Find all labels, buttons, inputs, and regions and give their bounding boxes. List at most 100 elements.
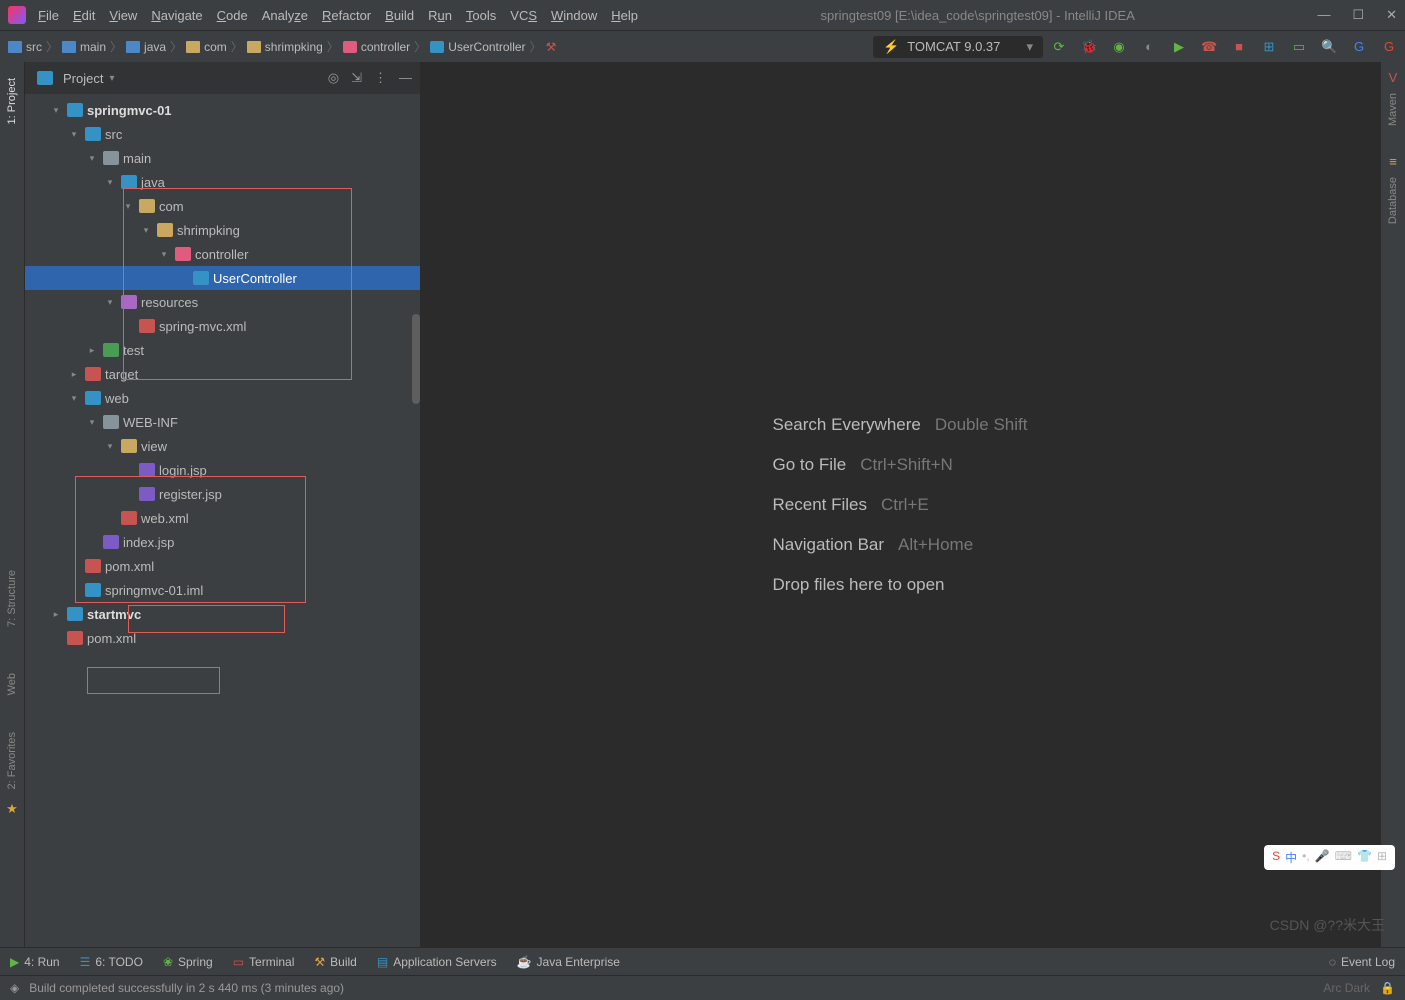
stop-icon[interactable]: ■	[1231, 39, 1247, 54]
lock-icon[interactable]: 🔒	[1380, 981, 1395, 995]
menu-view[interactable]: View	[109, 8, 137, 23]
toolstrip-project[interactable]: 1: Project	[6, 70, 18, 132]
menu-window[interactable]: Window	[551, 8, 597, 23]
bb-run[interactable]: ▶4: Run	[10, 955, 60, 969]
menu-analyze[interactable]: Analyze	[262, 8, 308, 23]
resources-icon	[121, 295, 137, 309]
ime-overlay[interactable]: S 中•,🎤⌨👕⊞	[1264, 845, 1395, 870]
menu-file[interactable]: File	[38, 8, 59, 23]
debug-icon[interactable]: ☎	[1201, 39, 1217, 55]
tree-node-com[interactable]: ▾com	[25, 194, 420, 218]
menu-navigate[interactable]: Navigate	[151, 8, 202, 23]
menu-tools[interactable]: Tools	[466, 8, 496, 23]
bb-appservers[interactable]: ▤Application Servers	[377, 955, 497, 969]
tree-node-loginjsp[interactable]: login.jsp	[25, 458, 420, 482]
tree-node-startmvc[interactable]: ▸startmvc	[25, 602, 420, 626]
chevron-down-icon[interactable]: ▾	[109, 73, 114, 84]
panel-header: Project ▾ ◎ ⇲ ⋮ —	[25, 62, 420, 94]
run-icon[interactable]: ▶	[1171, 39, 1187, 55]
toolstrip-web[interactable]: Web	[6, 665, 18, 703]
bc-main[interactable]: main	[80, 40, 106, 54]
tree-node-src[interactable]: ▾src	[25, 122, 420, 146]
right-tool-strip: V Maven ≡ Database	[1380, 62, 1405, 947]
hammer-icon[interactable]: ⚒	[546, 40, 557, 54]
toolstrip-database[interactable]: Database	[1387, 169, 1399, 232]
search-icon[interactable]: 🔍	[1321, 39, 1337, 55]
tree-node-test[interactable]: ▸test	[25, 338, 420, 362]
tip-search: Search Everywhere	[773, 415, 921, 435]
tree-node-pomxml[interactable]: pom.xml	[25, 554, 420, 578]
menu-run[interactable]: Run	[428, 8, 452, 23]
tree-node-webinf[interactable]: ▾WEB-INF	[25, 410, 420, 434]
bc-java[interactable]: java	[144, 40, 166, 54]
profile-icon[interactable]: ◐	[1141, 39, 1157, 54]
tree-node-webxml[interactable]: web.xml	[25, 506, 420, 530]
controller-icon	[343, 41, 357, 53]
tree-node-web[interactable]: ▾web	[25, 386, 420, 410]
target-icon[interactable]: ◎	[328, 70, 339, 86]
tree-node-pomxml2[interactable]: pom.xml	[25, 626, 420, 650]
more-icon[interactable]: ⋮	[374, 70, 387, 86]
bc-com[interactable]: com	[204, 40, 227, 54]
menu-help[interactable]: Help	[611, 8, 638, 23]
menu-vcs[interactable]: VCS	[510, 8, 537, 23]
build-icon: ⚒	[314, 955, 325, 969]
bc-shrimpking[interactable]: shrimpking	[265, 40, 323, 54]
xml-icon	[121, 511, 137, 525]
folder-icon	[103, 415, 119, 429]
menu-code[interactable]: Code	[217, 8, 248, 23]
tree-node-indexjsp[interactable]: index.jsp	[25, 530, 420, 554]
bb-terminal[interactable]: ▭Terminal	[233, 955, 295, 969]
tree-node-springmvc01[interactable]: ▾springmvc-01	[25, 98, 420, 122]
editor-area[interactable]: Search EverywhereDouble Shift Go to File…	[420, 62, 1380, 947]
collapse-icon[interactable]: ⇲	[351, 70, 362, 86]
toolstrip-favorites[interactable]: 2: Favorites	[6, 724, 18, 797]
bc-src[interactable]: src	[26, 40, 42, 54]
bb-build[interactable]: ⚒Build	[314, 955, 356, 969]
minimize-icon[interactable]: —	[1317, 7, 1330, 23]
watermark: CSDN @??米大王	[1270, 915, 1385, 935]
tree-node-java[interactable]: ▾java	[25, 170, 420, 194]
titlebar: File Edit View Navigate Code Analyze Ref…	[0, 0, 1405, 30]
rerun-icon[interactable]: ⟳	[1051, 39, 1067, 55]
bb-spring[interactable]: ❀Spring	[163, 955, 213, 969]
hide-icon[interactable]: —	[399, 70, 412, 86]
bb-javaee[interactable]: ☕Java Enterprise	[517, 955, 620, 969]
iml-icon	[85, 583, 101, 597]
run-config-select[interactable]: ⚡ TOMCAT 9.0.37 ▾	[873, 36, 1043, 58]
tree-node-registerjsp[interactable]: register.jsp	[25, 482, 420, 506]
run-icon: ▶	[10, 955, 19, 969]
menu-refactor[interactable]: Refactor	[322, 8, 371, 23]
bb-eventlog[interactable]: ◌Event Log	[1329, 955, 1395, 969]
toolstrip-structure[interactable]: 7: Structure	[6, 562, 18, 635]
tree-node-main[interactable]: ▾main	[25, 146, 420, 170]
tree-node-iml[interactable]: springmvc-01.iml	[25, 578, 420, 602]
google-icon[interactable]: G	[1351, 39, 1367, 54]
bc-usercontroller[interactable]: UserController	[448, 40, 525, 54]
tip-dropfiles: Drop files here to open	[773, 575, 945, 595]
tree-node-controller[interactable]: ▾controller	[25, 242, 420, 266]
folder-icon	[126, 41, 140, 53]
maximize-icon[interactable]: ☐	[1352, 7, 1364, 23]
tree-node-springmvcxml[interactable]: spring-mvc.xml	[25, 314, 420, 338]
scrollbar-thumb[interactable]	[412, 314, 420, 404]
close-icon[interactable]: ✕	[1386, 7, 1397, 23]
toolstrip-maven[interactable]: Maven	[1387, 85, 1399, 134]
menu-edit[interactable]: Edit	[73, 8, 95, 23]
google-icon2[interactable]: G	[1381, 39, 1397, 54]
menu-build[interactable]: Build	[385, 8, 414, 23]
bc-controller[interactable]: controller	[361, 40, 410, 54]
tree-node-view[interactable]: ▾view	[25, 434, 420, 458]
grid-icon[interactable]: ⊞	[1261, 39, 1277, 55]
layers-icon[interactable]: ◈	[10, 981, 19, 995]
bb-todo[interactable]: ☰6: TODO	[80, 955, 143, 969]
tree-node-shrimpking[interactable]: ▾shrimpking	[25, 218, 420, 242]
navbar: src〉 main〉 java〉 com〉 shrimpking〉 contro…	[0, 30, 1405, 62]
coverage-icon[interactable]: ◉	[1111, 39, 1127, 55]
tree-node-usercontroller[interactable]: UserController	[25, 266, 420, 290]
terminal-icon[interactable]: ▭	[1291, 39, 1307, 55]
bug-icon[interactable]: 🐞	[1081, 39, 1097, 55]
tree-node-target[interactable]: ▸target	[25, 362, 420, 386]
panel-title-label[interactable]: Project	[63, 71, 103, 86]
tree-node-resources[interactable]: ▾resources	[25, 290, 420, 314]
